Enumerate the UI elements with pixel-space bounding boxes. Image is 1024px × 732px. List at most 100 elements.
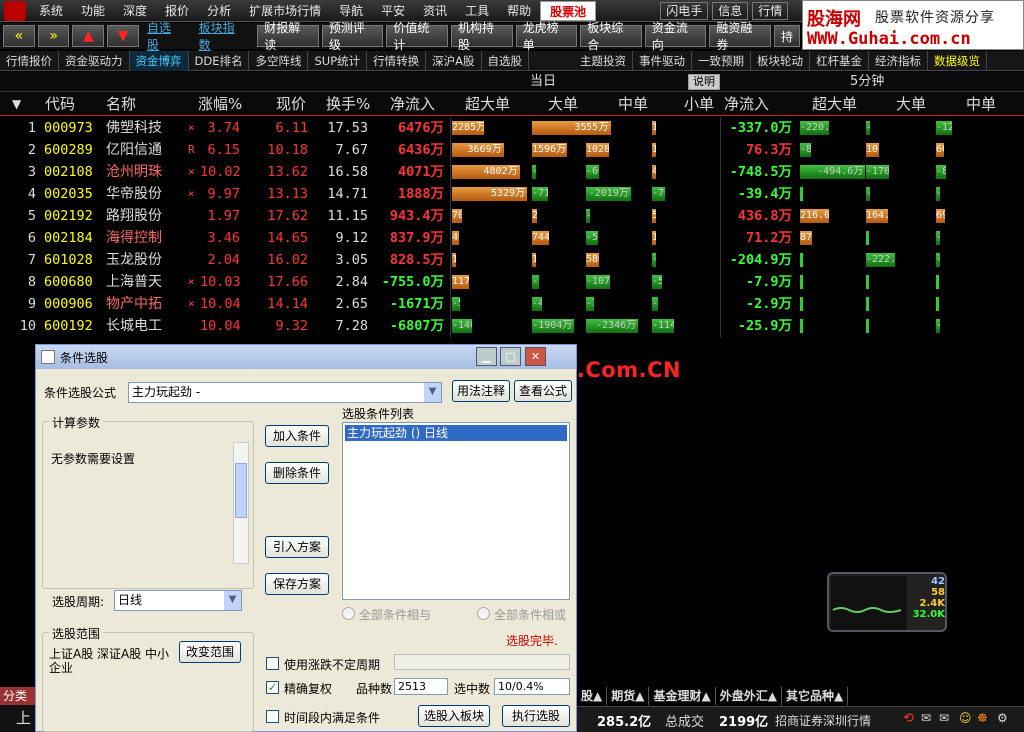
btn-flow[interactable]: 资金流向 bbox=[644, 21, 707, 52]
radio-and[interactable] bbox=[342, 607, 355, 620]
tab-dde[interactable]: DDE排名 bbox=[189, 50, 250, 71]
user-icon[interactable]: ☺ bbox=[959, 711, 972, 725]
import-plan-button[interactable]: 引入方案 bbox=[265, 536, 329, 558]
menu-info[interactable]: 信息 bbox=[712, 1, 749, 20]
tab-leverage[interactable]: 杠杆基金 bbox=[810, 50, 870, 71]
close-icon[interactable]: ✕ bbox=[525, 347, 546, 366]
condition-list-item[interactable]: 主力玩起劲 () 日线 bbox=[345, 425, 567, 441]
explain-button[interactable]: 说明 bbox=[688, 74, 720, 90]
view-formula-button[interactable]: 查看公式 bbox=[514, 380, 572, 402]
settings-icon[interactable]: ⚙ bbox=[997, 711, 1008, 725]
table-row[interactable]: 8 600680 上海普天 × 10.03 17.66 2.84 -755.0万 1173万 -3… bbox=[0, 271, 1024, 293]
col-m5[interactable]: 中单 bbox=[966, 92, 996, 116]
radio-or[interactable] bbox=[477, 607, 490, 620]
menu-market[interactable]: 行情 bbox=[752, 1, 789, 20]
network-widget[interactable]: 42 58 2.4K 32.0K bbox=[827, 572, 947, 632]
bottom-tab-stock[interactable]: 股▲ bbox=[577, 687, 608, 705]
btn-margin[interactable]: 融资融券 bbox=[709, 21, 771, 52]
col-turnover[interactable]: 换手% bbox=[326, 92, 370, 116]
tab-fund-game[interactable]: 资金博弈 bbox=[129, 50, 189, 71]
sort-menu-icon[interactable]: ▼ bbox=[12, 92, 21, 116]
table-row[interactable]: 6 002184 海得控制 3.46 14.65 9.12 837.9万 467.8万 744.… bbox=[0, 227, 1024, 249]
formula-select[interactable]: 主力玩起劲 - ▼ bbox=[128, 382, 442, 403]
category-tab[interactable]: 分类 bbox=[0, 687, 35, 705]
to-block-button[interactable]: 选股入板块 bbox=[418, 705, 490, 727]
change-scope-button[interactable]: 改变范围 bbox=[179, 641, 241, 663]
btn-block[interactable]: 板块综合 bbox=[580, 21, 642, 52]
minimize-icon[interactable]: ▁ bbox=[476, 347, 497, 366]
next-page-icon[interactable]: » bbox=[37, 25, 70, 47]
maximize-icon[interactable]: □ bbox=[500, 347, 521, 366]
tab-fund-drive[interactable]: 资金驱动力 bbox=[59, 50, 130, 71]
link-watchlist[interactable]: 自选股 bbox=[139, 19, 191, 53]
link-block-index[interactable]: 板块指数 bbox=[191, 19, 255, 53]
col-name[interactable]: 名称 bbox=[106, 92, 136, 116]
period-select[interactable]: 日线 ▼ bbox=[114, 590, 242, 611]
tab-ashare[interactable]: 深沪A股 bbox=[426, 50, 482, 71]
col-m[interactable]: 中单 bbox=[618, 92, 648, 116]
col-price[interactable]: 现价 bbox=[276, 92, 306, 116]
table-row[interactable]: 5 002192 路翔股份 1.97 17.62 11.15 943.4万 700.1万 236… bbox=[0, 205, 1024, 227]
refresh-icon[interactable]: ⟲ bbox=[903, 711, 914, 726]
chevron-down-icon[interactable]: ▼ bbox=[424, 383, 441, 402]
table-row[interactable]: 2 600289 亿阳信通 R 6.15 10.18 7.67 6436万 3669万 1596万… bbox=[0, 139, 1024, 161]
col-code[interactable]: 代码 bbox=[45, 92, 75, 116]
params-scrollbar[interactable] bbox=[233, 442, 249, 564]
col-l[interactable]: 大单 bbox=[548, 92, 578, 116]
tab-theme[interactable]: 主题投资 bbox=[574, 50, 634, 71]
prev-page-icon[interactable]: « bbox=[3, 25, 35, 47]
time-cond-checkbox[interactable] bbox=[266, 710, 279, 723]
run-button[interactable]: 执行选股 bbox=[502, 705, 570, 727]
table-row[interactable]: 9 000906 物产中拓 × 10.04 14.14 2.65 -1671万 -558.5万 -… bbox=[0, 293, 1024, 315]
col-s[interactable]: 小单 bbox=[684, 92, 714, 116]
tab-sup[interactable]: SUP统计 bbox=[308, 50, 368, 71]
tab-econ[interactable]: 经济指标 bbox=[869, 50, 929, 71]
tab-data[interactable]: 数据级览 bbox=[928, 50, 988, 71]
chevron-down-icon[interactable]: ▼ bbox=[224, 591, 241, 610]
btn-report[interactable]: 财报解读 bbox=[257, 21, 319, 52]
usage-button[interactable]: 用法注释 bbox=[452, 380, 510, 402]
bottom-tab-futures[interactable]: 期货▲ bbox=[607, 687, 650, 705]
tab-rotation[interactable]: 板块轮动 bbox=[751, 50, 811, 71]
btn-rating[interactable]: 预测评级 bbox=[321, 21, 384, 52]
bottom-tab-other[interactable]: 其它品种▲ bbox=[782, 687, 849, 705]
col-l5[interactable]: 大单 bbox=[896, 92, 926, 116]
btn-inst[interactable]: 机构持股 bbox=[451, 21, 513, 52]
col-xl[interactable]: 超大单 bbox=[465, 92, 510, 116]
mail-icon[interactable]: ✉ bbox=[921, 711, 931, 725]
table-row[interactable]: 1 000973 佛塑科技 × 3.74 6.11 17.53 6476万 2285万 3536万… bbox=[0, 117, 1024, 139]
col-chg[interactable]: 涨幅% bbox=[198, 92, 242, 116]
message-icon[interactable]: ✉ bbox=[939, 711, 949, 725]
table-row[interactable]: 7 601028 玉龙股份 2.04 16.02 3.05 828.5万 172.9万 131.… bbox=[0, 249, 1024, 271]
up-arrow-icon[interactable]: ▲ bbox=[72, 25, 105, 47]
col-net5[interactable]: 净流入 bbox=[724, 92, 769, 116]
delete-condition-button[interactable]: 删除条件 bbox=[265, 462, 329, 484]
bottom-tab-fund[interactable]: 基金理财▲ bbox=[649, 687, 716, 705]
btn-value[interactable]: 价值统计 bbox=[386, 21, 449, 52]
table-row[interactable]: 4 002035 华帝股份 × 9.97 13.13 14.71 1888万 5329万 -712… bbox=[0, 183, 1024, 205]
menu-stock-pool[interactable]: 股票池 bbox=[540, 0, 597, 21]
menu-flash[interactable]: 闪电手 bbox=[660, 1, 709, 20]
col-net[interactable]: 净流入 bbox=[390, 92, 435, 116]
condition-list[interactable]: 主力玩起劲 () 日线 bbox=[342, 422, 570, 600]
menu-system[interactable]: 系统 bbox=[30, 0, 72, 22]
dialog-titlebar[interactable]: 条件选股 ▁ □ ✕ bbox=[36, 345, 576, 369]
add-condition-button[interactable]: 加入条件 bbox=[265, 425, 329, 447]
menu-function[interactable]: 功能 bbox=[72, 0, 114, 22]
fq-checkbox[interactable]: ✓ bbox=[266, 681, 279, 694]
table-row[interactable]: 10 600192 长城电工 10.04 9.32 7.28 -6807万 -1408万 -19… bbox=[0, 315, 1024, 337]
col-xl5[interactable]: 超大单 bbox=[812, 92, 857, 116]
bottom-tab-forex[interactable]: 外盘外汇▲ bbox=[716, 687, 782, 705]
btn-hold[interactable]: 持 bbox=[773, 25, 800, 47]
tab-consensus[interactable]: 一致预期 bbox=[692, 50, 752, 71]
tab-quote[interactable]: 行情报价 bbox=[0, 50, 59, 71]
down-arrow-icon[interactable]: ▼ bbox=[107, 25, 139, 47]
tab-convert[interactable]: 行情转换 bbox=[367, 50, 427, 71]
tab-watch[interactable]: 自选股 bbox=[482, 50, 530, 71]
signal-icon[interactable]: ☸ bbox=[977, 711, 988, 725]
btn-dragon[interactable]: 龙虎榜单 bbox=[515, 21, 578, 52]
use-chg-checkbox[interactable] bbox=[266, 657, 279, 670]
tab-longshort[interactable]: 多空阵线 bbox=[249, 50, 309, 71]
save-plan-button[interactable]: 保存方案 bbox=[265, 573, 329, 595]
tab-event[interactable]: 事件驱动 bbox=[633, 50, 693, 71]
